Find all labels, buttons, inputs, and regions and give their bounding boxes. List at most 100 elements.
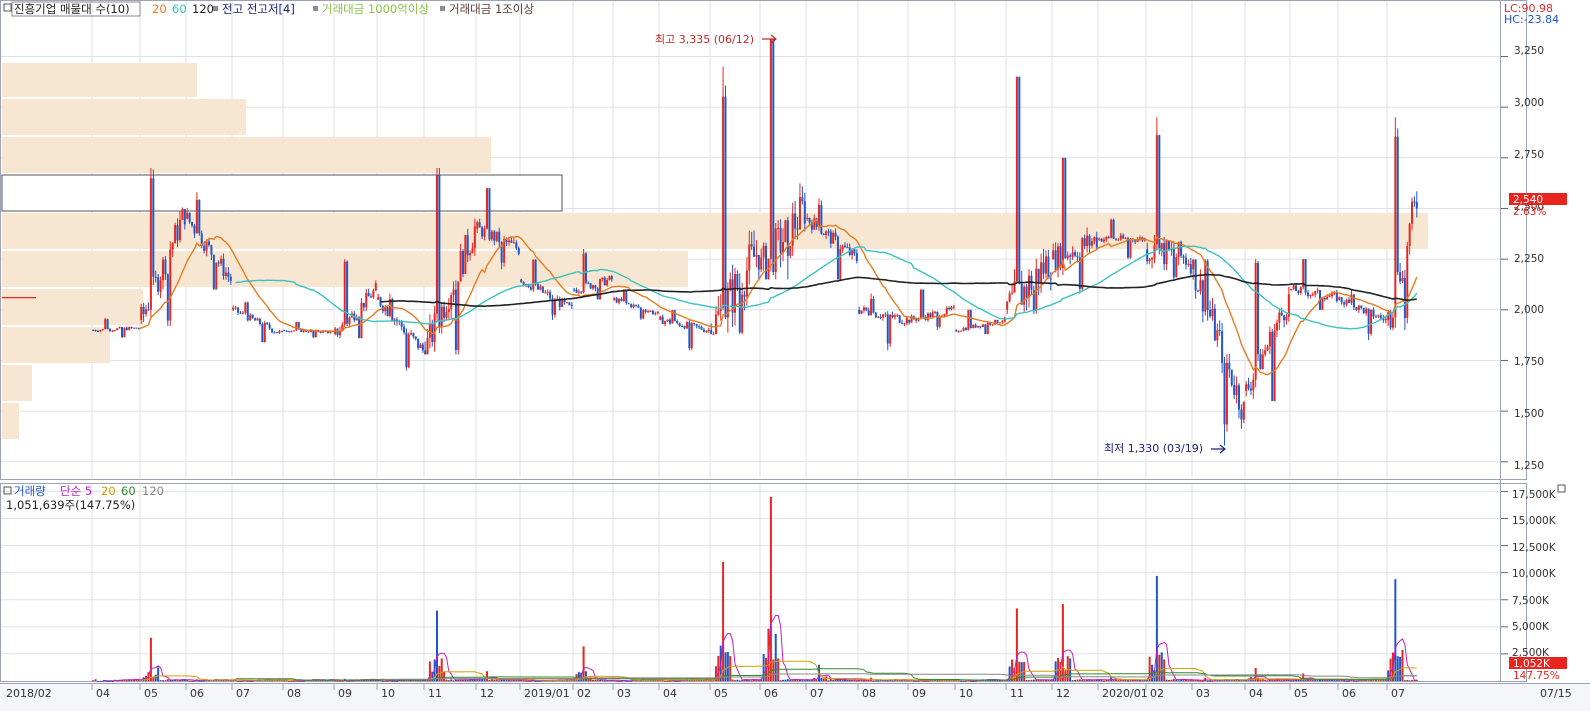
candle-body (613, 298, 616, 300)
volume-bar (101, 680, 104, 682)
price-tick: 1,500 (1514, 408, 1544, 420)
volume-bar (827, 680, 830, 682)
candle-body (872, 299, 875, 313)
candle-body (974, 324, 977, 328)
candle-body (1379, 315, 1382, 318)
volume-bar (1165, 679, 1168, 681)
candle-body (972, 324, 975, 329)
price-y-axis: 3,250 3,000 2,750 2,500 2,250 2,000 1,75… (1514, 45, 1544, 472)
candle-body (205, 241, 208, 251)
volume-bar (97, 680, 99, 682)
volume-bar (1211, 680, 1214, 682)
candle-body (1357, 305, 1360, 311)
volume-bar (92, 680, 95, 682)
candle-body (700, 326, 703, 330)
candle-body (846, 247, 849, 249)
candle-body (529, 287, 532, 290)
current-volume-label: 1,052K (1513, 658, 1551, 670)
volume-bar (1030, 679, 1033, 681)
candle-body (473, 226, 476, 249)
stock-chart: 진흥기업 매물대 수(10) 20 60 120 전고 전고저[4] 거래대금 … (0, 0, 1590, 711)
volume-tick: 12,500K (1512, 542, 1557, 554)
candle-body (452, 289, 455, 296)
legend-turnover-100b: 거래대금 1000억이상 (322, 2, 429, 16)
candle-body (292, 330, 295, 332)
candle-body (1266, 346, 1269, 351)
candle-body (358, 317, 361, 339)
x-axis-label: 11 (1010, 687, 1024, 700)
candle-body (844, 245, 846, 248)
volume-bar (734, 680, 736, 682)
candle-body (520, 279, 523, 283)
candle-body (510, 240, 513, 243)
candle-body (1124, 238, 1127, 240)
candle-body (717, 310, 720, 315)
candle-body (1023, 286, 1026, 305)
candle-body (1107, 236, 1110, 238)
legend-prev-high-low: 전고 전고저[4] (222, 2, 295, 16)
volume-bar (784, 679, 787, 681)
current-volume-pct: 147.75% (1513, 670, 1560, 682)
candle-body (874, 312, 877, 318)
candle-body (862, 307, 865, 311)
volume-bar (872, 680, 875, 682)
volume-bar (666, 680, 669, 682)
candle-body (169, 249, 172, 321)
candle-body (884, 314, 887, 316)
volume-bar (596, 679, 599, 681)
candle-body (1307, 292, 1309, 296)
candle-body (1018, 76, 1021, 284)
candle-body (426, 337, 429, 355)
candle-body (481, 227, 484, 237)
candle-body (882, 314, 884, 318)
candle-body (693, 322, 696, 324)
candle-body (1218, 330, 1221, 332)
x-axis-label: 04 (96, 687, 110, 700)
candle-body (841, 245, 844, 250)
volume-bar (162, 680, 164, 682)
volume-bar (822, 678, 825, 681)
candle-body (1299, 287, 1302, 293)
candle-body (1061, 157, 1064, 268)
candle-body (198, 199, 201, 234)
candle-body (798, 197, 801, 229)
price-tick: 2,000 (1514, 304, 1544, 316)
volume-bar (620, 680, 623, 682)
volume-bar (1071, 680, 1074, 682)
candle-body (1064, 157, 1067, 259)
volume-bar (615, 680, 618, 682)
candle-body (1285, 316, 1288, 321)
candle-body (212, 254, 215, 290)
volume-bar (1261, 679, 1264, 681)
volume-bar (157, 667, 160, 681)
expand-icon[interactable] (1557, 484, 1566, 493)
volume-bar (1206, 680, 1209, 682)
volume-bar (1408, 680, 1411, 682)
candle-body (834, 232, 837, 237)
volume-bar (498, 680, 501, 682)
candle-body (627, 303, 630, 305)
candle-body (191, 222, 194, 226)
candle-body (705, 330, 708, 332)
volume-bar (1158, 654, 1161, 681)
candle-body (488, 188, 491, 240)
candle-body (319, 331, 322, 333)
legend-bullet-icon (440, 6, 445, 11)
candle-body (419, 344, 422, 348)
candle-body (1362, 307, 1365, 314)
collapse-icon[interactable] (3, 3, 12, 12)
candle-body (546, 292, 549, 294)
candle-body (1115, 238, 1117, 240)
volume-bar (1112, 679, 1115, 681)
candle-body (203, 245, 206, 251)
candle-body (786, 220, 789, 256)
x-axis-label: 06 (764, 687, 778, 700)
candle-body (466, 235, 469, 256)
volume-bar (862, 680, 865, 682)
candle-body (1093, 237, 1096, 242)
candle-body (224, 272, 227, 276)
volume-bar (855, 680, 858, 682)
collapse-icon[interactable] (3, 486, 12, 495)
candle-body (464, 235, 467, 274)
candle-body (1008, 293, 1011, 302)
